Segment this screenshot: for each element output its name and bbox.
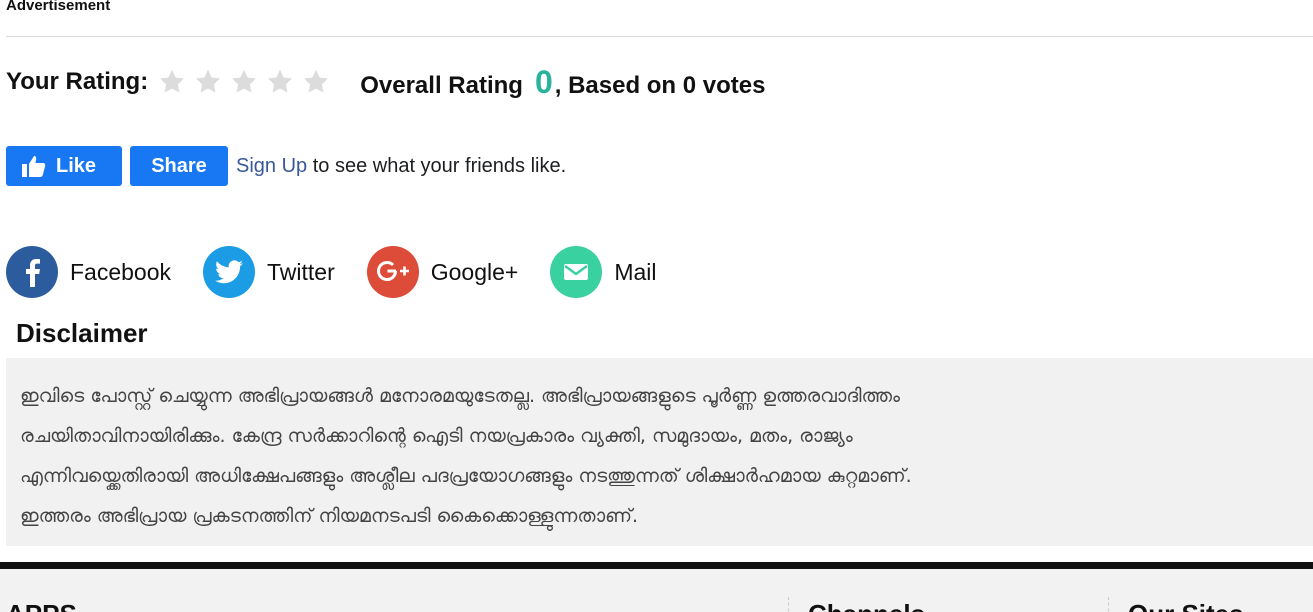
fb-like-button[interactable]: Like xyxy=(6,146,122,186)
share-twitter-label: Twitter xyxy=(267,258,335,285)
disclaimer-line-1: ഇവിടെ പോസ്റ്റ് ചെയ്യുന്ന അഭിപ്രായങ്ങൾ മന… xyxy=(20,385,900,407)
footer-top-bar xyxy=(0,562,1313,569)
overall-rating-value: 0 xyxy=(534,63,553,100)
advertisement-label: Advertisement xyxy=(6,0,111,14)
facebook-icon xyxy=(6,246,58,298)
disclaimer-line-4: ഇത്തരം അഭിപ്രായ പ്രകടനത്തിന് നിയമനടപടി ക… xyxy=(20,505,639,527)
fb-signup-link[interactable]: Sign Up xyxy=(236,155,307,177)
star-icon-4[interactable] xyxy=(266,68,294,96)
share-facebook-label: Facebook xyxy=(70,258,172,285)
share-mail[interactable]: Mail xyxy=(550,246,657,298)
advertisement-divider xyxy=(6,36,1313,37)
share-mail-label: Mail xyxy=(614,258,657,285)
footer-heading-channels: Channels xyxy=(808,599,925,612)
disclaimer-box: ഇവിടെ പോസ്റ്റ് ചെയ്യുന്ന അഭിപ്രായങ്ങൾ മന… xyxy=(6,358,1313,546)
share-google-plus-label: Google+ xyxy=(430,258,519,285)
share-twitter[interactable]: Twitter xyxy=(203,246,335,298)
overall-rating-prefix: Overall Rating xyxy=(360,71,523,99)
footer-separator xyxy=(1108,597,1109,612)
footer-heading-apps: APPS xyxy=(6,599,77,612)
share-facebook[interactable]: Facebook xyxy=(6,246,171,298)
thumbs-up-icon xyxy=(22,156,46,177)
star-rating xyxy=(158,68,338,96)
twitter-icon xyxy=(203,246,256,298)
share-google-plus[interactable]: Google+ xyxy=(366,246,519,298)
google-plus-icon xyxy=(366,246,419,298)
star-icon-3[interactable] xyxy=(230,68,258,96)
fb-signup-suffix: to see what your friends like. xyxy=(307,154,567,177)
fb-like-label: Like xyxy=(56,154,97,177)
disclaimer-title: Disclaimer xyxy=(16,318,148,348)
footer: APPS Channels Our Sites xyxy=(0,569,1313,612)
star-icon-1[interactable] xyxy=(158,68,186,96)
footer-heading-our-sites: Our Sites xyxy=(1128,599,1244,612)
facebook-like-widget: Like Share Sign Up to see what your frie… xyxy=(6,146,566,186)
overall-rating: Overall Rating 0 , Based on 0 votes xyxy=(360,64,765,101)
disclaimer-line-3: എന്നിവയ്ക്കെതിരായി അധിക്ഷേപങ്ങളും അശ്ലീല… xyxy=(20,465,912,487)
fb-signup-text: Sign Up to see what your friends like. xyxy=(236,155,566,178)
footer-separator xyxy=(788,597,789,612)
rating-row: Your Rating: Overall Rating 0 , Based on… xyxy=(6,62,765,102)
fb-share-label: Share xyxy=(151,154,207,177)
your-rating-label: Your Rating: xyxy=(6,68,149,95)
star-icon-5[interactable] xyxy=(302,68,330,96)
overall-rating-suffix: , Based on 0 votes xyxy=(554,71,766,99)
star-icon-2[interactable] xyxy=(194,68,222,96)
fb-share-button[interactable]: Share xyxy=(130,146,228,186)
disclaimer-line-2: രചയിതാവിനായിരിക്കും. കേന്ദ്ര സർക്കാറിന്റ… xyxy=(20,425,853,447)
share-bar: Facebook Twitter Google+ Mail xyxy=(6,246,689,298)
mail-icon xyxy=(550,246,603,298)
